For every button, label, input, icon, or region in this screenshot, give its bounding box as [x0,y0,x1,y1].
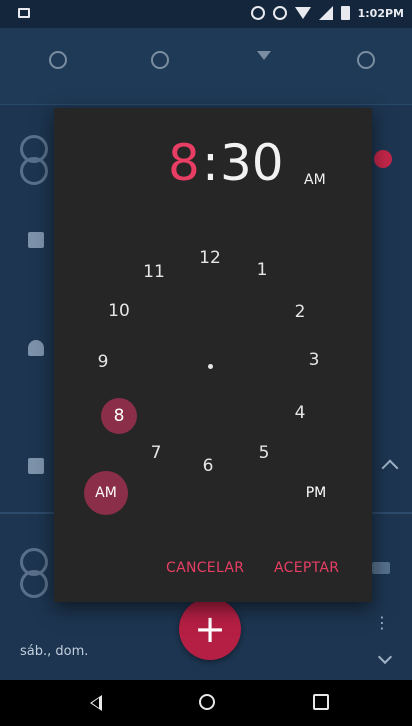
cancel-button[interactable]: CANCELAR [166,560,244,576]
alarm-icon [272,6,287,20]
dial-number-11[interactable]: 11 [143,262,165,282]
wifi-icon [294,7,311,19]
back-icon[interactable] [90,695,102,711]
alarm-time-background-2 [20,548,56,608]
status-bar: 1:02PM [0,0,412,28]
tab-clock[interactable] [148,48,172,72]
am-button[interactable]: AM [84,471,128,515]
alarm-days-label: sáb., dom. [20,644,89,659]
more-icon[interactable]: ⋮ [374,615,390,631]
dial-center-dot [208,364,213,369]
alarm-time-background [20,135,56,195]
alarm-toggle-background [374,150,392,168]
time-picker-dialog: 8 : 30 AM 12 1 2 3 4 5 6 7 8 9 10 11 AM … [54,108,372,602]
tab-bar [0,28,412,105]
dial-number-12[interactable]: 12 [199,248,221,268]
dial-number-10[interactable]: 10 [108,301,130,321]
dial-number-2[interactable]: 2 [295,302,306,322]
accept-button[interactable]: ACEPTAR [274,560,339,576]
minute-display[interactable]: 30 [220,134,284,192]
alarm-icon [49,51,67,69]
status-time: 1:02PM [357,6,404,20]
expand-chevron-icon[interactable] [377,649,393,665]
status-icons: 1:02PM [250,6,404,20]
battery-icon [340,6,350,20]
ringtone-bell-icon [28,340,44,356]
collapse-chevron-icon[interactable] [381,459,399,477]
timer-icon [257,51,271,60]
recents-icon[interactable] [313,694,329,710]
tab-stopwatch[interactable] [354,48,378,72]
delete-icon [28,458,44,474]
dial-number-5[interactable]: 5 [259,443,270,463]
add-alarm-button[interactable]: + [179,598,241,660]
dial-number-3[interactable]: 3 [309,350,320,370]
alarm-toggle-background-2 [372,562,390,574]
dial-number-7[interactable]: 7 [151,443,162,463]
stopwatch-icon [357,51,375,69]
time-header: 8 : 30 AM [54,134,372,214]
sync-icon [250,6,265,20]
clock-dial[interactable]: 12 1 2 3 4 5 6 7 8 9 10 11 [70,240,360,510]
dial-number-6[interactable]: 6 [203,456,214,476]
clock-icon [151,51,169,69]
tab-timer[interactable] [252,48,276,72]
dial-number-4[interactable]: 4 [295,403,306,423]
home-icon[interactable] [199,694,215,710]
tab-alarm[interactable] [46,48,70,72]
signal-icon [318,6,333,20]
repeat-checkbox-icon [28,232,44,248]
dial-number-8-selected[interactable]: 8 [101,398,137,434]
time-separator: : [202,134,219,192]
screenshot-icon [18,8,30,18]
meridiem-display[interactable]: AM [304,172,326,188]
dial-number-9[interactable]: 9 [98,352,109,372]
dial-number-1[interactable]: 1 [257,260,268,280]
pm-button[interactable]: PM [294,471,338,515]
hour-display[interactable]: 8 [168,134,200,192]
system-nav-bar [0,680,412,726]
